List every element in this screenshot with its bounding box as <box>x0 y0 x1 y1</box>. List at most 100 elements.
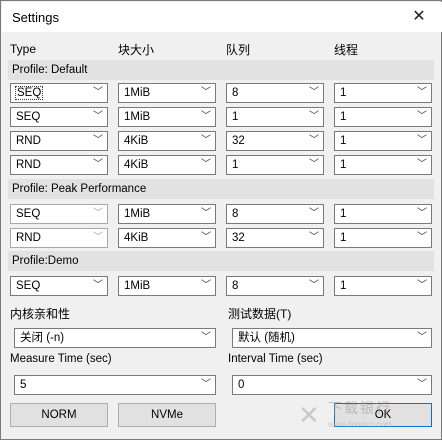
chevron-down-icon: ﹀ <box>417 111 427 122</box>
default-row4-block-select[interactable]: 4KiB ﹀ <box>118 155 216 175</box>
chevron-down-icon: ﹀ <box>309 87 319 98</box>
select-value: 1 <box>340 111 347 123</box>
chevron-down-icon: ﹀ <box>417 159 427 170</box>
header-type: Type <box>10 42 37 56</box>
measure-time-label: Measure Time (sec) <box>10 353 112 365</box>
default-row3-threads-select[interactable]: 1 ﹀ <box>334 131 432 151</box>
default-row4-queue-select[interactable]: 1 ﹀ <box>226 155 324 175</box>
header-threads: 线程 <box>334 43 359 57</box>
watermark: ✕ 下载银行 www.downcc.com <box>298 398 438 438</box>
watermark-text: 下载银行 <box>328 400 392 416</box>
chevron-down-icon: ﹀ <box>201 135 211 146</box>
select-value: RND <box>16 159 41 171</box>
chevron-down-icon: ﹀ <box>93 87 103 98</box>
default-row1-threads-select[interactable]: 1 ﹀ <box>334 83 432 103</box>
select-value: SEQ <box>16 111 41 123</box>
chevron-down-icon: ﹀ <box>93 135 103 146</box>
test-data-select[interactable]: 默认 (随机) ﹀ <box>232 328 432 348</box>
default-row4-type-select[interactable]: RND ﹀ <box>10 155 108 175</box>
select-value: 1MiB <box>124 208 151 220</box>
header-block-size: 块大小 <box>118 43 155 57</box>
default-row4-threads-select[interactable]: 1 ﹀ <box>334 155 432 175</box>
default-row1-block-select[interactable]: 1MiB ﹀ <box>118 83 216 103</box>
select-value: 1MiB <box>124 280 151 292</box>
window-title: Settings <box>12 10 59 25</box>
select-value: SEQ <box>16 280 41 292</box>
peak-row1-queue-select[interactable]: 8 ﹀ <box>226 204 324 224</box>
select-value: 1 <box>340 135 347 147</box>
interval-time-label: Interval Time (sec) <box>228 353 323 365</box>
peak-row2-queue-select[interactable]: 32 ﹀ <box>226 228 324 248</box>
peak-row2-block-select[interactable]: 4KiB ﹀ <box>118 228 216 248</box>
chevron-down-icon: ﹀ <box>417 208 427 219</box>
chevron-down-icon: ﹀ <box>201 280 211 291</box>
norm-button[interactable]: NORM <box>10 403 108 427</box>
chevron-down-icon: ﹀ <box>201 159 211 170</box>
chevron-down-icon: ﹀ <box>93 111 103 122</box>
chevron-down-icon: ﹀ <box>309 232 319 243</box>
default-row3-type-select[interactable]: RND ﹀ <box>10 131 108 151</box>
select-value: 1 <box>340 208 347 220</box>
profile-default-header: Profile: Default <box>8 60 434 80</box>
test-data-label: 测试数据(T) <box>228 307 292 321</box>
chevron-down-icon: ﹀ <box>417 135 427 146</box>
select-value: 0 <box>238 379 245 391</box>
chevron-down-icon: ﹀ <box>201 87 211 98</box>
demo-row1-type-select[interactable]: SEQ ﹀ <box>10 276 108 296</box>
default-row2-block-select[interactable]: 1MiB ﹀ <box>118 107 216 127</box>
chevron-down-icon: ﹀ <box>201 332 211 343</box>
chevron-down-icon: ﹀ <box>417 332 427 343</box>
default-row2-threads-select[interactable]: 1 ﹀ <box>334 107 432 127</box>
chevron-down-icon: ﹀ <box>93 159 103 170</box>
default-row2-queue-select[interactable]: 1 ﹀ <box>226 107 324 127</box>
chevron-down-icon: ﹀ <box>417 232 427 243</box>
chevron-down-icon: ﹀ <box>309 135 319 146</box>
chevron-down-icon: ﹀ <box>309 111 319 122</box>
chevron-down-icon: ﹀ <box>417 379 427 390</box>
affinity-select[interactable]: 关闭 (-n) ﹀ <box>14 328 216 348</box>
default-row1-queue-select[interactable]: 8 ﹀ <box>226 83 324 103</box>
chevron-down-icon: ﹀ <box>93 208 103 219</box>
demo-row1-queue-select[interactable]: 8 ﹀ <box>226 276 324 296</box>
select-value: 8 <box>232 280 239 292</box>
chevron-down-icon: ﹀ <box>417 280 427 291</box>
chevron-down-icon: ﹀ <box>93 280 103 291</box>
profile-demo-header: Profile:Demo <box>8 251 434 271</box>
select-value: 4KiB <box>124 159 149 171</box>
select-value: 5 <box>20 379 27 391</box>
close-icon[interactable]: ✕ <box>396 2 442 32</box>
demo-row1-block-select[interactable]: 1MiB ﹀ <box>118 276 216 296</box>
nvme-button[interactable]: NVMe <box>118 403 216 427</box>
demo-row1-threads-select[interactable]: 1 ﹀ <box>334 276 432 296</box>
select-value: RND <box>16 135 41 147</box>
select-value: SEQ <box>16 208 41 220</box>
select-value: 1 <box>232 111 239 123</box>
select-value: 32 <box>232 232 245 244</box>
interval-time-select[interactable]: 0 ﹀ <box>232 375 432 395</box>
watermark-logo-icon: ✕ <box>298 400 320 430</box>
select-value: RND <box>16 232 41 244</box>
default-row3-queue-select[interactable]: 32 ﹀ <box>226 131 324 151</box>
header-queue: 队列 <box>226 43 251 57</box>
select-value: 关闭 (-n) <box>20 332 65 344</box>
chevron-down-icon: ﹀ <box>201 232 211 243</box>
select-value: SEQ <box>14 86 44 100</box>
peak-row1-block-select[interactable]: 1MiB ﹀ <box>118 204 216 224</box>
select-value: 1MiB <box>124 111 151 123</box>
chevron-down-icon: ﹀ <box>201 379 211 390</box>
chevron-down-icon: ﹀ <box>93 232 103 243</box>
default-row3-block-select[interactable]: 4KiB ﹀ <box>118 131 216 151</box>
chevron-down-icon: ﹀ <box>201 208 211 219</box>
select-value: 8 <box>232 208 239 220</box>
select-value: 4KiB <box>124 135 149 147</box>
chevron-down-icon: ﹀ <box>309 159 319 170</box>
peak-row2-threads-select[interactable]: 1 ﹀ <box>334 228 432 248</box>
peak-row2-type-select: RND ﹀ <box>10 228 108 248</box>
select-value: 1 <box>340 159 347 171</box>
select-value: 默认 (随机) <box>238 332 295 344</box>
default-row1-type-select[interactable]: SEQ ﹀ <box>10 83 108 103</box>
default-row2-type-select[interactable]: SEQ ﹀ <box>10 107 108 127</box>
affinity-label: 内核亲和性 <box>10 307 71 321</box>
measure-time-select[interactable]: 5 ﹀ <box>14 375 216 395</box>
peak-row1-threads-select[interactable]: 1 ﹀ <box>334 204 432 224</box>
